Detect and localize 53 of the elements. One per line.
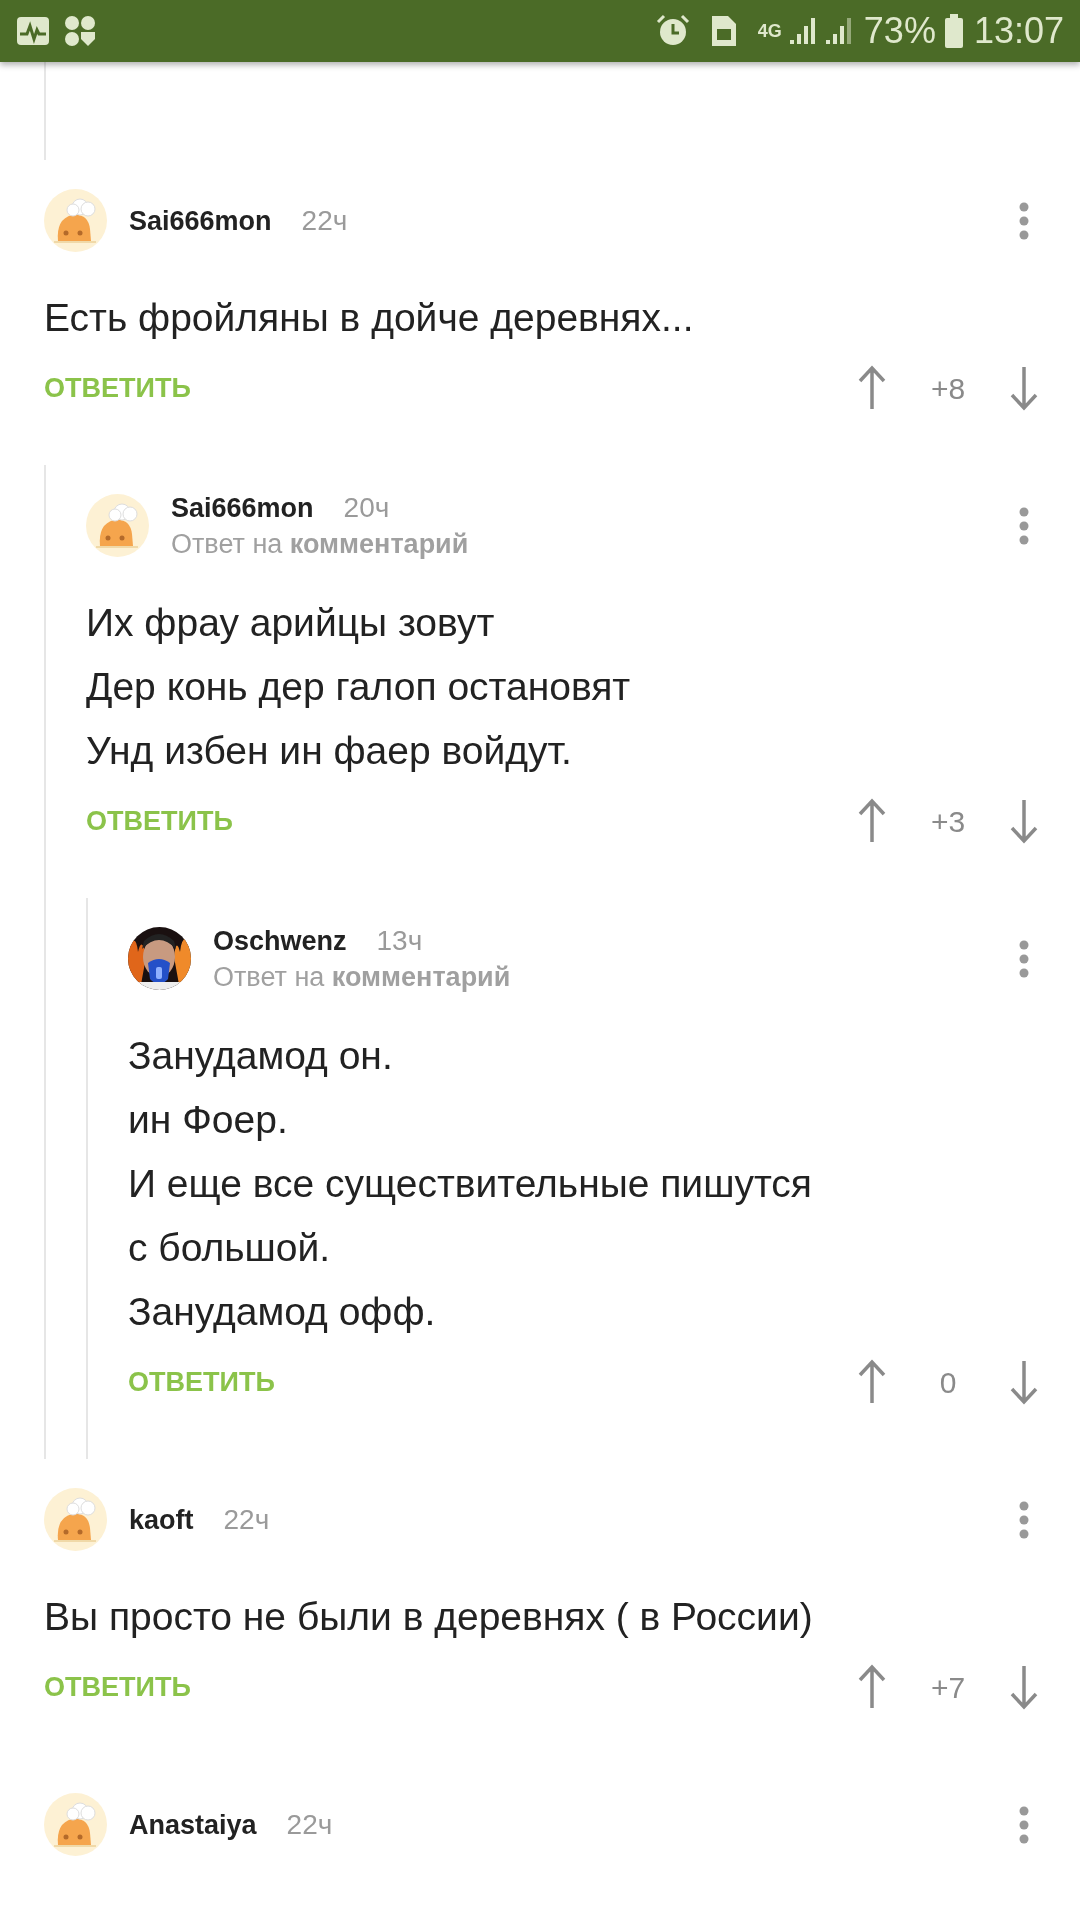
network-type: 4G: [757, 22, 782, 40]
comment-time: 22ч: [301, 205, 348, 236]
more-options-icon[interactable]: [1019, 1500, 1029, 1539]
signal-icon: [823, 16, 854, 46]
comment-time: 22ч: [223, 1504, 270, 1535]
author-name[interactable]: Sai666mon: [171, 492, 314, 523]
downvote-arrow-icon[interactable]: [1009, 1664, 1039, 1710]
clock: 13:07: [973, 13, 1064, 49]
chef-avatar-icon: [86, 494, 149, 557]
vote-count: 0: [938, 1364, 958, 1401]
upvote-arrow-icon[interactable]: [857, 798, 887, 844]
battery-icon: [943, 14, 964, 48]
comment-text: Дер конь дер галоп остановят: [86, 664, 632, 710]
downvote-arrow-icon[interactable]: [1009, 798, 1039, 844]
chef-avatar-icon: [44, 189, 107, 252]
comment-text: Унд избен ин фаер войдут.: [86, 728, 573, 774]
comment-text: Их фрау арийцы зовут: [86, 600, 496, 646]
comment-text: с большой.: [128, 1225, 332, 1271]
vote-count: +8: [929, 370, 967, 407]
reply-to-text: Ответ на комментарий: [213, 961, 512, 992]
vote-count: +7: [929, 1669, 967, 1706]
comment-text: И еще все существительные пишутся: [128, 1161, 813, 1207]
sim-card-icon: [709, 14, 738, 48]
comment-text: Занудамод он.: [128, 1033, 394, 1079]
battery-percent: 73%: [863, 13, 936, 49]
comment-time: 13ч: [376, 925, 423, 956]
alarm-icon: [655, 14, 690, 48]
chef-avatar-icon: [44, 1488, 107, 1551]
upvote-arrow-icon[interactable]: [857, 1664, 887, 1710]
comment-time: 22ч: [286, 1809, 333, 1840]
more-options-icon[interactable]: [1019, 1805, 1029, 1844]
apps-icon: [64, 15, 96, 47]
more-options-icon[interactable]: [1019, 201, 1029, 240]
more-options-icon[interactable]: [1019, 506, 1029, 545]
comment-text: Вы просто не были в деревнях ( в России): [44, 1594, 814, 1640]
author-name[interactable]: kaoft: [129, 1504, 194, 1535]
author-name[interactable]: Oschwenz: [213, 925, 347, 956]
more-options-icon[interactable]: [1019, 939, 1029, 978]
signal-icon: [787, 16, 818, 46]
chef-avatar-icon: [44, 1793, 107, 1856]
upvote-arrow-icon[interactable]: [857, 1359, 887, 1405]
author-name[interactable]: Anastaiya: [129, 1809, 257, 1840]
reply-to-text: Ответ на комментарий: [171, 528, 470, 559]
activity-icon: [16, 16, 50, 46]
comment-text: ин Фоер.: [128, 1097, 289, 1143]
downvote-arrow-icon[interactable]: [1009, 365, 1039, 411]
author-name[interactable]: Sai666mon: [129, 205, 272, 236]
comment-time: 20ч: [343, 492, 390, 523]
vote-count: +3: [929, 803, 967, 840]
upvote-arrow-icon[interactable]: [857, 365, 887, 411]
comment-text: Есть фройляны в дойче деревнях...: [44, 295, 695, 341]
comment-text: Занудамод офф.: [128, 1289, 437, 1335]
downvote-arrow-icon[interactable]: [1009, 1359, 1039, 1405]
